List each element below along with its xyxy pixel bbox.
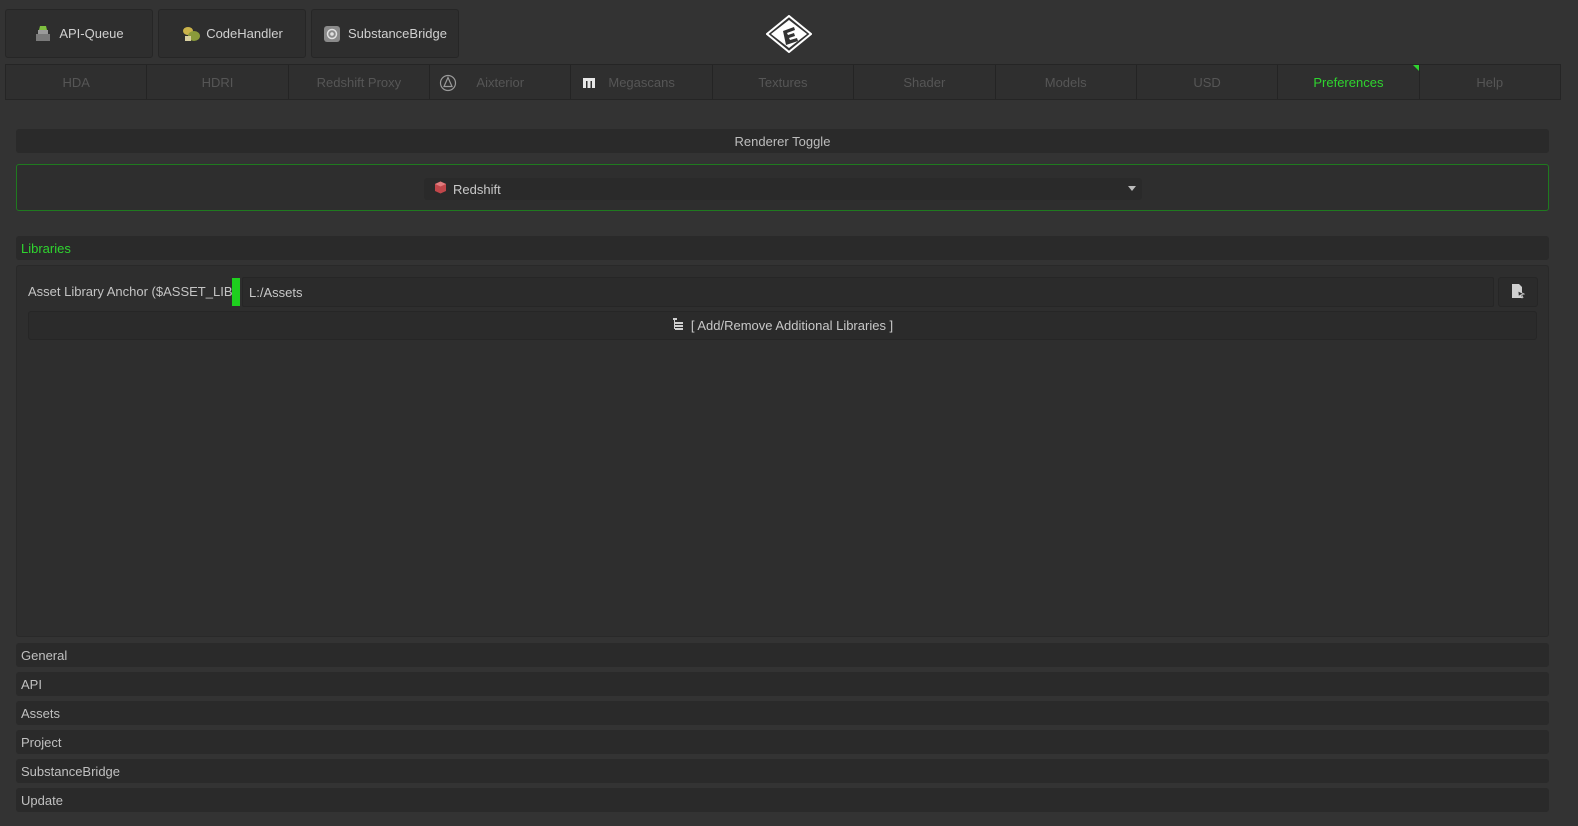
aixterior-icon bbox=[439, 74, 457, 92]
section-assets[interactable]: Assets bbox=[16, 701, 1549, 725]
tab-label: Megascans bbox=[608, 74, 675, 90]
section-label: Assets bbox=[21, 705, 61, 721]
tab-label: Redshift Proxy bbox=[316, 74, 402, 90]
tab-label: Models bbox=[1044, 74, 1087, 90]
tab-models[interactable]: Models bbox=[996, 65, 1137, 99]
tab-redshift-proxy[interactable]: Redshift Proxy bbox=[289, 65, 431, 99]
add-remove-libraries-label: [ Add/Remove Additional Libraries ] bbox=[690, 318, 894, 333]
renderer-toggle-title: Renderer Toggle bbox=[734, 133, 831, 149]
queue-icon bbox=[34, 25, 52, 43]
section-label: Project bbox=[21, 734, 62, 750]
status-indicator bbox=[232, 278, 240, 306]
section-substancebridge[interactable]: SubstanceBridge bbox=[16, 759, 1549, 783]
renderer-select[interactable]: Redshift bbox=[424, 178, 1142, 200]
list-tree-icon bbox=[672, 317, 684, 334]
tab-label: Preferences bbox=[1313, 74, 1384, 90]
chevron-down-icon bbox=[1128, 186, 1136, 191]
code-handler-icon bbox=[181, 25, 201, 43]
api-queue-button[interactable]: API-Queue bbox=[5, 9, 153, 58]
tab-label: Shader bbox=[903, 74, 946, 90]
app-logo-icon bbox=[765, 14, 813, 54]
libraries-header[interactable]: Libraries bbox=[16, 236, 1549, 260]
redshift-icon bbox=[434, 181, 447, 197]
browse-file-icon bbox=[1511, 283, 1526, 302]
section-api[interactable]: API bbox=[16, 672, 1549, 696]
section-label: API bbox=[21, 676, 42, 692]
tab-hdri[interactable]: HDRI bbox=[147, 65, 289, 99]
substance-bridge-label: SubstanceBridge bbox=[347, 26, 447, 41]
code-handler-label: CodeHandler bbox=[206, 26, 283, 41]
top-toolbar: API-Queue CodeHandler SubstanceBridge bbox=[5, 9, 459, 58]
add-remove-libraries-button[interactable]: [ Add/Remove Additional Libraries ] bbox=[28, 311, 1537, 340]
substance-bridge-button[interactable]: SubstanceBridge bbox=[311, 9, 459, 58]
tab-label: HDRI bbox=[201, 74, 234, 90]
tab-label: USD bbox=[1193, 74, 1221, 90]
browse-folder-button[interactable] bbox=[1498, 277, 1538, 307]
section-update[interactable]: Update bbox=[16, 788, 1549, 812]
tab-label: HDA bbox=[62, 74, 90, 90]
main-tabs: HDA HDRI Redshift Proxy Aixterior Megasc… bbox=[5, 64, 1561, 100]
section-label: General bbox=[21, 647, 68, 663]
api-queue-label: API-Queue bbox=[59, 26, 124, 41]
libraries-title: Libraries bbox=[21, 240, 71, 256]
section-project[interactable]: Project bbox=[16, 730, 1549, 754]
tab-hda[interactable]: HDA bbox=[6, 65, 148, 99]
megascans-icon bbox=[580, 74, 598, 92]
tab-label: Textures bbox=[758, 74, 808, 90]
tab-preferences[interactable]: Preferences bbox=[1278, 65, 1420, 99]
active-tab-marker bbox=[1412, 65, 1419, 71]
code-handler-button[interactable]: CodeHandler bbox=[158, 9, 306, 58]
tab-label: Help bbox=[1476, 74, 1504, 90]
tab-help[interactable]: Help bbox=[1420, 65, 1560, 99]
tab-aixterior[interactable]: Aixterior bbox=[430, 65, 572, 99]
tab-megascans[interactable]: Megascans bbox=[571, 65, 713, 99]
tab-shader[interactable]: Shader bbox=[854, 65, 996, 99]
renderer-toggle-panel: Redshift bbox=[16, 164, 1549, 211]
section-label: SubstanceBridge bbox=[21, 763, 121, 779]
tab-label: Aixterior bbox=[476, 74, 525, 90]
renderer-select-value: Redshift bbox=[453, 181, 501, 197]
tab-usd[interactable]: USD bbox=[1137, 65, 1279, 99]
tab-textures[interactable]: Textures bbox=[713, 65, 855, 99]
libraries-panel: Asset Library Anchor ($ASSET_LIB) [ Add/… bbox=[16, 265, 1549, 637]
substance-icon bbox=[323, 25, 341, 43]
asset-library-anchor-label: Asset Library Anchor ($ASSET_LIB) bbox=[28, 284, 237, 299]
section-general[interactable]: General bbox=[16, 643, 1549, 667]
section-label: Update bbox=[21, 792, 63, 808]
asset-library-path-input[interactable] bbox=[242, 277, 1494, 307]
renderer-toggle-header[interactable]: Renderer Toggle bbox=[16, 129, 1549, 153]
